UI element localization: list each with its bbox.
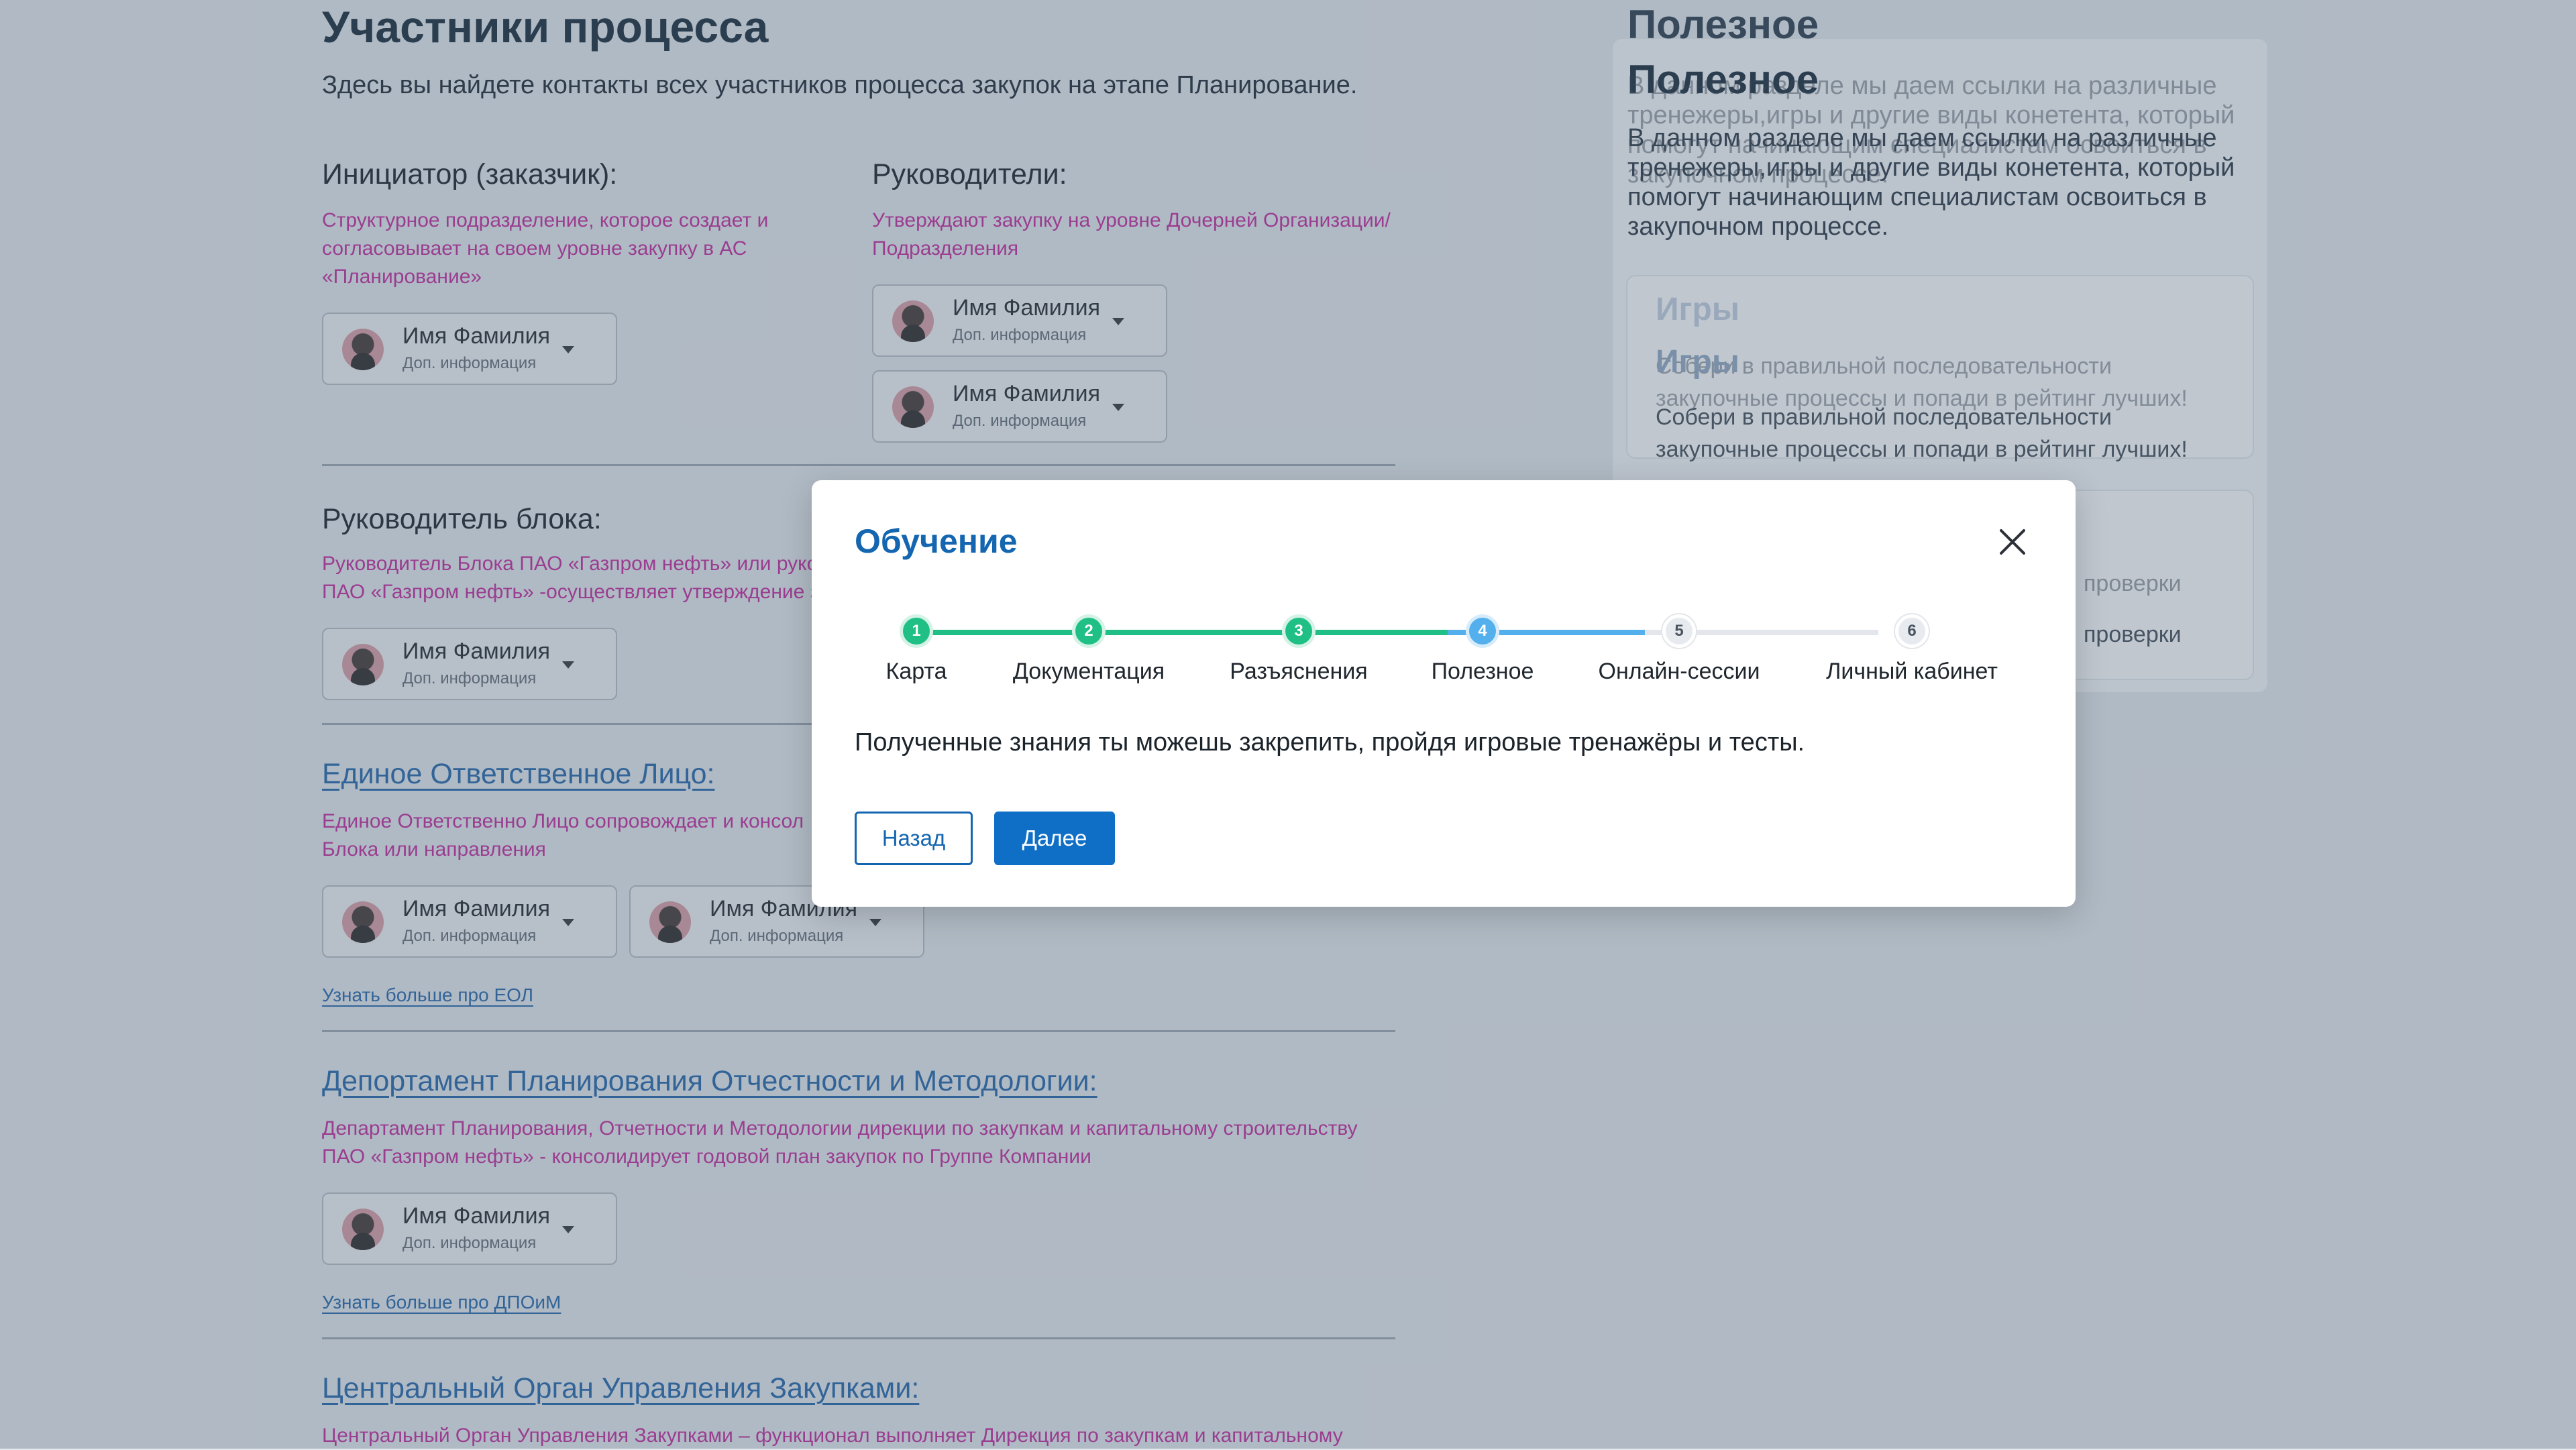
step-1-dot[interactable]: 1 [900,614,933,648]
step-6-label[interactable]: Личный кабинет [1826,659,1998,685]
onboarding-modal: Обучение 1 2 3 4 5 6 Карта Документация … [812,480,2076,907]
close-icon[interactable] [1998,527,2027,557]
step-6-dot[interactable]: 6 [1895,614,1929,648]
step-4-label[interactable]: Полезное [1432,659,1534,685]
stepper-track-done [916,630,1448,635]
step-5-dot[interactable]: 5 [1662,614,1696,648]
step-1-label[interactable]: Карта [886,659,947,685]
step-3-label[interactable]: Разъяснения [1230,659,1367,685]
back-button[interactable]: Назад [855,812,973,865]
step-2-dot[interactable]: 2 [1072,614,1106,648]
modal-body-text: Полученные знания ты можешь закрепить, п… [855,728,1805,757]
step-5-label[interactable]: Онлайн-сессии [1599,659,1760,685]
next-button[interactable]: Далее [994,812,1115,865]
step-4-dot[interactable]: 4 [1466,614,1499,648]
step-3-dot[interactable]: 3 [1282,614,1316,648]
step-2-label[interactable]: Документация [1013,659,1165,685]
modal-title: Обучение [855,522,1018,560]
